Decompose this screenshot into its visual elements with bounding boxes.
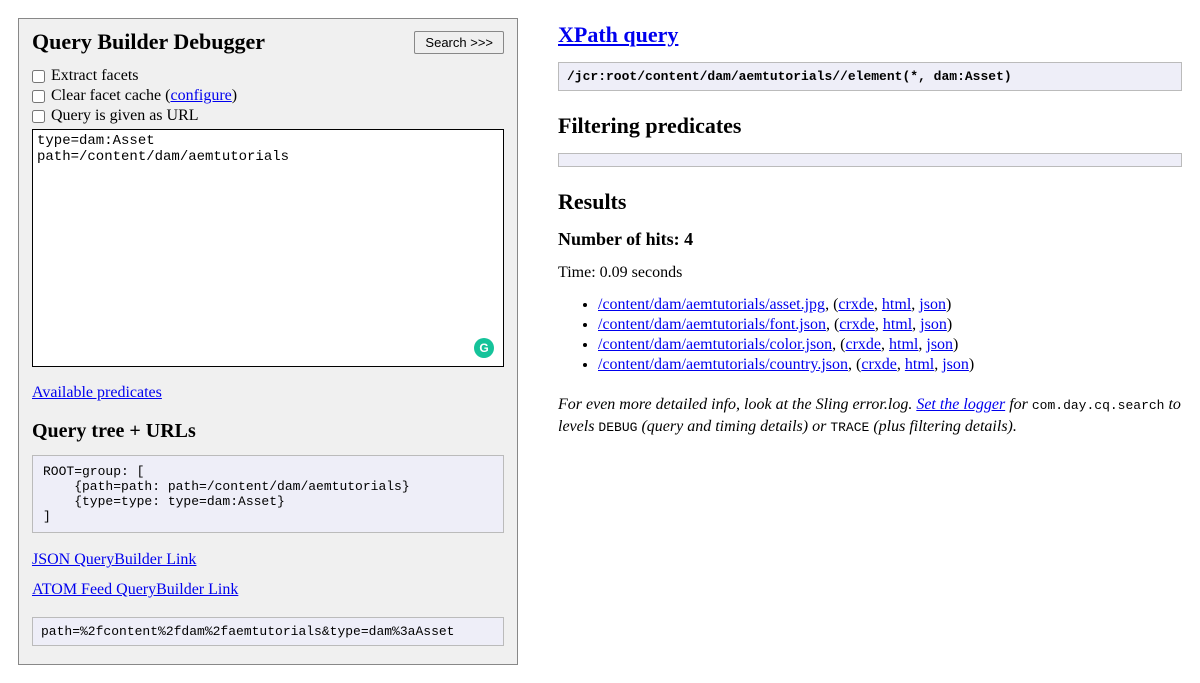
xpath-heading: XPath query [558,22,1182,48]
hit-crxde-link[interactable]: crxde [846,336,882,353]
footnote-trace: TRACE [830,420,869,435]
atom-feed-link[interactable]: ATOM Feed QueryBuilder Link [32,581,238,598]
hit-html-link[interactable]: html [889,336,918,353]
set-logger-link[interactable]: Set the logger [916,396,1005,413]
hit-item: /content/dam/aemtutorials/font.json, (cr… [598,316,1182,334]
xpath-box: /jcr:root/content/dam/aemtutorials//elem… [558,62,1182,91]
available-predicates-link[interactable]: Available predicates [32,384,162,401]
results-panel: XPath query /jcr:root/content/dam/aemtut… [558,18,1182,665]
footnote: For even more detailed info, look at the… [558,394,1182,437]
hits-list: /content/dam/aemtutorials/asset.jpg, (cr… [558,296,1182,374]
hit-item: /content/dam/aemtutorials/color.json, (c… [598,336,1182,354]
footnote-text-4: (query and timing details) or [637,418,830,435]
panel-title: Query Builder Debugger [32,29,265,55]
json-querybuilder-link[interactable]: JSON QueryBuilder Link [32,551,196,568]
hit-path-link[interactable]: /content/dam/aemtutorials/font.json [598,316,826,333]
clear-facet-cache-suffix: ) [232,87,237,104]
clear-facet-cache-label: Clear facet cache (configure) [51,87,237,105]
clear-facet-cache-row: Clear facet cache (configure) [32,87,504,105]
results-heading: Results [558,189,1182,215]
hit-json-link[interactable]: json [920,316,947,333]
query-textarea-wrap: G [32,127,504,372]
footnote-text-1: For even more detailed info, look at the… [558,396,916,413]
footnote-text-2: for [1005,396,1032,413]
query-as-url-label: Query is given as URL [51,107,199,125]
search-button[interactable]: Search >>> [414,31,504,54]
query-textarea[interactable] [32,129,504,367]
footnote-debug: DEBUG [598,420,637,435]
hit-crxde-link[interactable]: crxde [838,296,874,313]
hit-html-link[interactable]: html [905,356,934,373]
query-as-url-row: Query is given as URL [32,107,504,125]
extract-facets-checkbox[interactable] [32,70,45,83]
time-line: Time: 0.09 seconds [558,264,1182,282]
xpath-heading-link[interactable]: XPath query [558,22,678,47]
hit-crxde-link[interactable]: crxde [839,316,875,333]
hit-json-link[interactable]: json [919,296,946,313]
footnote-text-5: (plus filtering details). [869,418,1017,435]
clear-facet-cache-text: Clear facet cache ( [51,87,170,104]
extract-facets-label: Extract facets [51,67,139,85]
hits-count: Number of hits: 4 [558,229,1182,250]
hit-item: /content/dam/aemtutorials/asset.jpg, (cr… [598,296,1182,314]
hit-json-link[interactable]: json [926,336,953,353]
hit-crxde-link[interactable]: crxde [861,356,897,373]
hit-path-link[interactable]: /content/dam/aemtutorials/color.json [598,336,832,353]
url-encoded-box: path=%2fcontent%2fdam%2faemtutorials&typ… [32,617,504,646]
hit-path-link[interactable]: /content/dam/aemtutorials/country.json [598,356,848,373]
filtering-box [558,153,1182,167]
extract-facets-row: Extract facets [32,67,504,85]
hit-item: /content/dam/aemtutorials/country.json, … [598,356,1182,374]
debugger-panel: Query Builder Debugger Search >>> Extrac… [18,18,518,665]
filtering-heading: Filtering predicates [558,113,1182,139]
query-tree-title: Query tree + URLs [32,420,504,443]
hit-path-link[interactable]: /content/dam/aemtutorials/asset.jpg [598,296,825,313]
title-row: Query Builder Debugger Search >>> [32,29,504,55]
query-as-url-checkbox[interactable] [32,110,45,123]
hit-html-link[interactable]: html [883,316,912,333]
footnote-package: com.day.cq.search [1032,398,1165,413]
configure-link[interactable]: configure [170,87,231,104]
clear-facet-cache-checkbox[interactable] [32,90,45,103]
hit-json-link[interactable]: json [942,356,969,373]
hit-html-link[interactable]: html [882,296,911,313]
query-tree-box: ROOT=group: [ {path=path: path=/content/… [32,455,504,533]
